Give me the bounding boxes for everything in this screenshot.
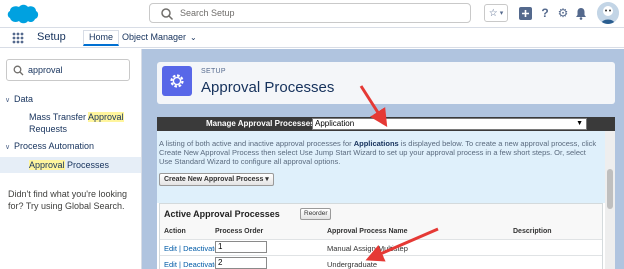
- help-question-icon[interactable]: ?: [536, 3, 554, 23]
- app-name: Setup: [37, 31, 66, 43]
- object-select[interactable]: Application ▼: [312, 118, 587, 130]
- main-content: SETUP Approval Processes Manage Approval…: [142, 49, 624, 269]
- search-icon: [13, 65, 24, 76]
- setup-search-input[interactable]: Search Setup: [149, 3, 471, 23]
- table-row: Edit | Deactivate 2 Undergraduate: [160, 255, 602, 269]
- favorites-star-icon[interactable]: ☆ ▾: [484, 4, 508, 22]
- tab-home-label: Home: [89, 32, 114, 42]
- info-area: A listing of both active and inactive ap…: [157, 131, 605, 203]
- approval-processes-panel: Manage Approval Processes For: Applicati…: [157, 117, 615, 269]
- search-placeholder: Search Setup: [180, 8, 235, 18]
- process-order-input[interactable]: 1: [215, 241, 267, 253]
- chevron-down-icon: ▾: [265, 176, 269, 183]
- manage-approval-bar: Manage Approval Processes For: Applicati…: [157, 117, 615, 131]
- global-header: Search Setup ☆ ▾ ? ⚙: [0, 0, 624, 28]
- column-header-action: Action: [164, 228, 186, 235]
- create-button-label: Create New Approval Process: [164, 176, 264, 183]
- favorites-dropdown-icon[interactable]: ▾: [500, 9, 504, 17]
- deactivate-link[interactable]: Deactivate: [183, 244, 218, 253]
- column-header-description: Description: [513, 228, 552, 235]
- quick-find-value: approval: [28, 65, 63, 75]
- page-eyebrow: SETUP: [201, 68, 226, 75]
- tab-home[interactable]: Home: [83, 30, 120, 46]
- chevron-down-icon: ∨: [5, 144, 11, 151]
- global-actions-plus-icon[interactable]: [516, 3, 534, 23]
- user-avatar-icon: [597, 2, 619, 24]
- sidebar-item-mass-transfer-approval-requests[interactable]: Mass Transfer Approval Requests: [29, 111, 124, 135]
- row-actions: Edit | Deactivate: [164, 244, 219, 253]
- salesforce-cloud-logo[interactable]: [6, 3, 40, 25]
- sidebar-section-label: Process Automation: [14, 141, 95, 151]
- page-title: Approval Processes: [201, 79, 335, 96]
- tab-object-manager[interactable]: Object Manager ⌄: [118, 30, 201, 46]
- page-header: SETUP Approval Processes: [157, 62, 615, 104]
- sidebar-item-label: Mass Transfer: [29, 112, 89, 122]
- section-title: Active Approval Processes: [164, 209, 280, 219]
- process-name: Manual Assign Multistep: [327, 244, 408, 253]
- setup-gear-icon[interactable]: ⚙: [554, 3, 572, 23]
- search-icon: [161, 8, 174, 21]
- process-order-input[interactable]: 2: [215, 257, 267, 269]
- chevron-down-icon[interactable]: ⌄: [190, 33, 197, 42]
- sidebar-item-approval-processes[interactable]: Approval Processes: [29, 159, 109, 171]
- sidebar-item-label: Processes: [64, 160, 110, 170]
- column-header-process-order: Process Order: [215, 228, 264, 235]
- search-highlight: Approval: [88, 112, 124, 122]
- reorder-button[interactable]: Reorder: [300, 208, 332, 220]
- sidebar-section-process-automation[interactable]: ∨ Process Automation: [5, 141, 94, 151]
- create-new-approval-process-button[interactable]: Create New Approval Process ▾: [159, 173, 274, 186]
- row-actions: Edit | Deactivate: [164, 260, 219, 269]
- info-description: A listing of both active and inactive ap…: [159, 139, 599, 166]
- user-avatar[interactable]: [597, 2, 619, 24]
- sidebar-item-label: Requests: [29, 124, 68, 134]
- setup-gear-icon: [162, 66, 192, 96]
- sidebar-section-data[interactable]: ∨ Data: [5, 94, 33, 104]
- edit-link[interactable]: Edit: [164, 244, 177, 253]
- active-approval-processes-section: Active Approval Processes Reorder Action…: [159, 203, 603, 269]
- deactivate-link[interactable]: Deactivate: [183, 260, 218, 269]
- reorder-label: Reorder: [304, 210, 328, 217]
- global-search-help-text: Didn't find what you're looking for? Try…: [8, 189, 128, 211]
- quick-find-input[interactable]: approval: [6, 59, 130, 81]
- info-text: A listing of both active and inactive ap…: [159, 139, 354, 148]
- app-launcher-icon[interactable]: [12, 32, 24, 44]
- tab-object-manager-label: Object Manager: [122, 32, 187, 42]
- chevron-down-icon: ▼: [576, 120, 583, 127]
- setup-nav-bar: Setup Home Object Manager ⌄: [0, 28, 624, 48]
- table-row: Edit | Deactivate 1 Manual Assign Multis…: [160, 239, 602, 255]
- notifications-bell-icon[interactable]: [572, 3, 590, 23]
- edit-link[interactable]: Edit: [164, 260, 177, 269]
- sidebar-section-label: Data: [14, 94, 34, 104]
- info-object-name: Applications: [353, 139, 399, 148]
- scrollbar-thumb[interactable]: [607, 169, 613, 209]
- chevron-down-icon: ∨: [5, 97, 11, 104]
- object-select-value: Application: [315, 119, 355, 128]
- search-highlight: Approval: [29, 160, 65, 170]
- setup-sidebar: approval ∨ Data Mass Transfer Approval Req…: [0, 49, 142, 269]
- column-header-process-name: Approval Process Name: [327, 228, 408, 235]
- process-name: Undergraduate: [327, 260, 378, 269]
